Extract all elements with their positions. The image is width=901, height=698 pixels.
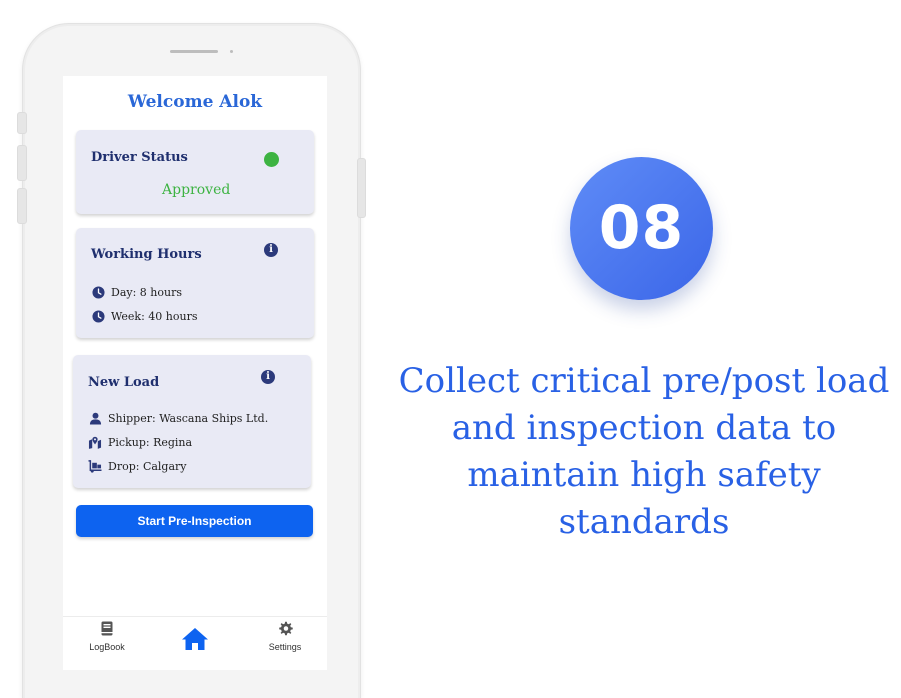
nav-item-home[interactable] [179, 627, 211, 653]
start-pre-inspection-button[interactable]: Start Pre-Inspection [76, 505, 313, 537]
pickup-text: Pickup: Regina [108, 435, 193, 449]
new-load-title: New Load [88, 375, 160, 390]
truck-loading-icon [88, 459, 102, 473]
drop-text: Drop: Calgary [108, 459, 187, 473]
clock-icon [91, 309, 105, 323]
phone-side-button [357, 158, 366, 218]
list-item: Drop: Calgary [88, 459, 187, 473]
bottom-navigation: LogBook Settings [63, 616, 327, 670]
info-icon[interactable]: i [264, 243, 278, 257]
headline-line: Collect critical pre/post load [398, 361, 890, 401]
list-item: Week: 40 hours [91, 309, 198, 323]
info-icon[interactable]: i [261, 370, 275, 384]
home-icon [181, 628, 209, 653]
status-indicator-dot [264, 152, 279, 167]
phone-side-button [17, 112, 27, 134]
step-number-badge: 08 [570, 157, 713, 300]
new-load-card[interactable]: New Load i Shipper: Wascana Ships Ltd. P… [73, 355, 311, 488]
speaker-grille [170, 50, 218, 53]
map-pin-icon [88, 435, 102, 449]
nav-item-logbook[interactable]: LogBook [83, 621, 131, 652]
feature-headline: Collect critical pre/post load and inspe… [370, 358, 901, 546]
front-camera [230, 50, 233, 53]
phone-side-button [17, 188, 27, 224]
headline-line: and inspection data to [451, 408, 837, 448]
list-item: Shipper: Wascana Ships Ltd. [88, 411, 268, 425]
clock-icon [91, 285, 105, 299]
driver-status-value: Approved [162, 182, 231, 198]
list-item: Day: 8 hours [91, 285, 182, 299]
shipper-text: Shipper: Wascana Ships Ltd. [108, 411, 269, 425]
person-icon [88, 411, 102, 425]
working-hours-title: Working Hours [91, 247, 202, 262]
nav-label-logbook: LogBook [89, 642, 125, 652]
phone-side-button [17, 145, 27, 181]
app-screen: Welcome Alok Driver Status Approved Work… [63, 76, 327, 670]
headline-line: standards [558, 502, 730, 542]
working-hours-card[interactable]: Working Hours i Day: 8 hours Week: 40 ho… [76, 228, 314, 338]
nav-item-settings[interactable]: Settings [261, 621, 309, 652]
logbook-icon [101, 621, 113, 638]
nav-label-settings: Settings [268, 642, 302, 652]
driver-status-card[interactable]: Driver Status Approved [76, 130, 314, 214]
welcome-heading: Welcome Alok [127, 92, 263, 112]
day-hours-text: Day: 8 hours [111, 285, 182, 299]
list-item: Pickup: Regina [88, 435, 192, 449]
gear-icon [278, 621, 293, 638]
driver-status-title: Driver Status [91, 150, 188, 165]
week-hours-text: Week: 40 hours [111, 309, 198, 323]
step-number: 08 [598, 193, 685, 263]
headline-line: maintain high safety [467, 455, 821, 495]
